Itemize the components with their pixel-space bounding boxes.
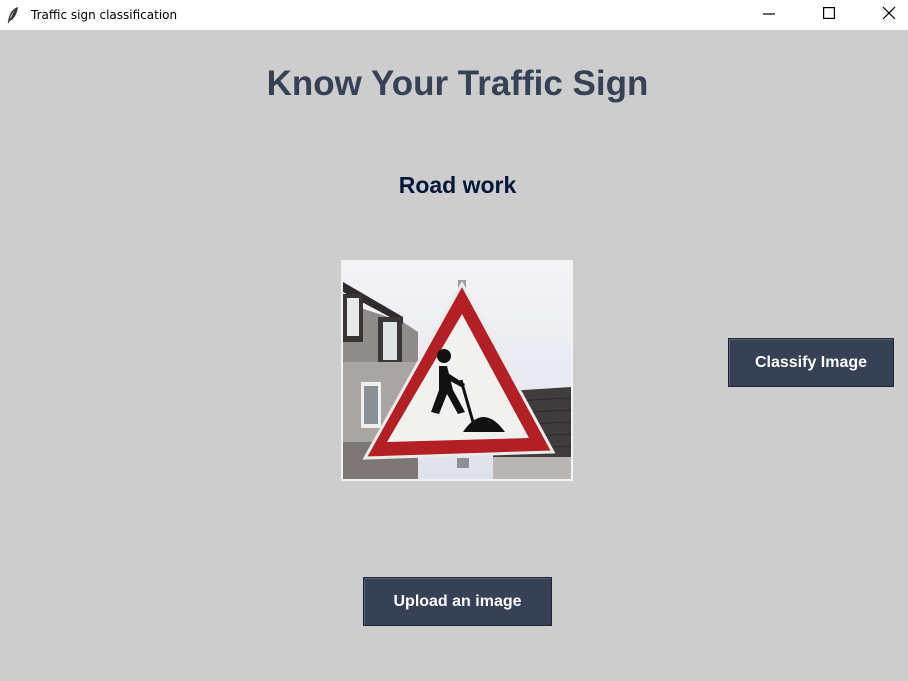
close-icon [882,6,896,25]
close-button[interactable] [866,0,908,30]
minimize-icon [763,6,775,24]
uploaded-sign-image [341,260,573,481]
road-work-sign-picture [343,262,571,479]
classify-image-button[interactable]: Classify Image [728,338,894,387]
app-window: Traffic sign classification Know Your Tr… [0,0,908,681]
minimize-button[interactable] [746,0,792,30]
page-heading: Know Your Traffic Sign [266,64,649,103]
maximize-icon [823,6,836,24]
upload-image-button[interactable]: Upload an image [363,577,552,626]
window-title: Traffic sign classification [31,8,178,22]
title-bar[interactable]: Traffic sign classification [0,0,908,30]
feather-icon [6,6,20,24]
maximize-button[interactable] [806,0,852,30]
classification-result: Road work [398,172,517,198]
